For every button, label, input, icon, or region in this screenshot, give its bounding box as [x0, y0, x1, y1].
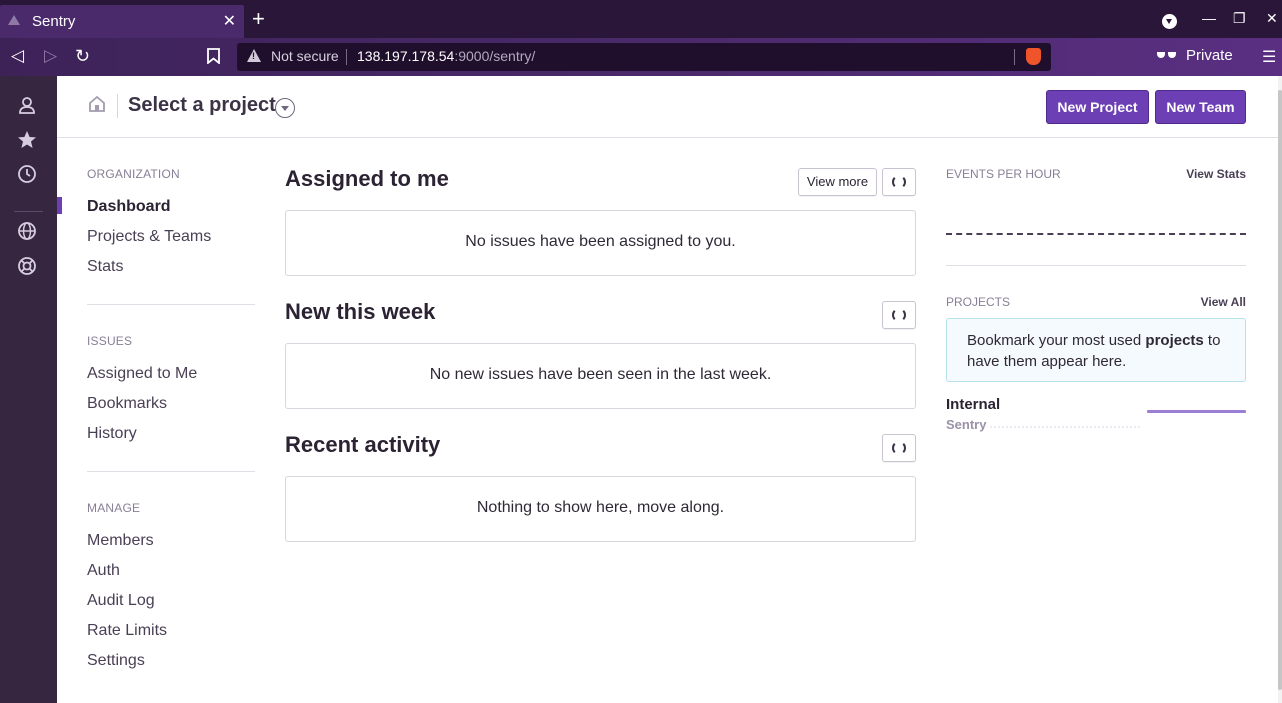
refresh-button[interactable] — [882, 168, 916, 196]
sidebar-item-dashboard[interactable]: Dashboard — [87, 198, 171, 216]
manage-heading: MANAGE — [87, 501, 141, 515]
star-icon[interactable] — [17, 130, 37, 150]
back-button[interactable]: ◁ — [11, 46, 24, 66]
browser-menu-icon[interactable]: ☰ — [1262, 47, 1276, 67]
new-empty-message: No new issues have been seen in the last… — [429, 366, 772, 383]
rail-separator — [14, 211, 43, 212]
sidebar-item-history[interactable]: History — [87, 425, 137, 443]
close-window-button[interactable]: ✕ — [1266, 10, 1278, 27]
chevron-down-icon[interactable] — [275, 98, 295, 118]
minimize-button[interactable]: — — [1202, 10, 1216, 26]
assigned-to-me-title: Assigned to me — [285, 166, 449, 191]
address-bar[interactable]: Not secure 138.197.178.54:9000/sentry/ — [237, 43, 1051, 71]
nav-divider — [87, 304, 255, 305]
active-indicator — [57, 197, 62, 214]
events-sparkline — [946, 233, 1246, 235]
bookmark-hint-text: Bookmark your most used projects to have… — [967, 330, 1237, 372]
url-separator — [346, 49, 347, 65]
project-selector-title[interactable]: Select a project — [128, 94, 276, 117]
reload-button[interactable]: ↻ — [75, 46, 90, 67]
sidebar-item-rate-limits[interactable]: Rate Limits — [87, 622, 167, 640]
page-scrollbar[interactable] — [1278, 76, 1282, 703]
clock-icon[interactable] — [17, 164, 37, 184]
project-team: Sentry — [946, 417, 987, 432]
refresh-button[interactable] — [882, 301, 916, 329]
recent-activity-panel: Nothing to show here, move along. — [285, 476, 916, 542]
nav-divider — [87, 471, 255, 472]
lifebuoy-icon[interactable] — [17, 256, 37, 276]
url-divider — [1014, 49, 1015, 65]
home-icon[interactable] — [88, 95, 106, 113]
private-label: Private — [1186, 47, 1233, 64]
activity-empty-message: Nothing to show here, move along. — [476, 499, 725, 516]
project-name[interactable]: Internal — [946, 396, 1000, 413]
page-header: Select a project New Project New Team — [57, 76, 1278, 138]
org-sidebar: ORGANIZATION Dashboard Projects & Teams … — [57, 139, 257, 703]
sidebar-item-stats[interactable]: Stats — [87, 258, 123, 276]
not-secure-label[interactable]: Not secure — [271, 48, 339, 64]
url-path: :9000/sentry/ — [454, 48, 536, 64]
sidebar-item-audit-log[interactable]: Audit Log — [87, 592, 155, 610]
sidebar-item-assigned-to-me[interactable]: Assigned to Me — [87, 365, 197, 383]
refresh-icon — [892, 441, 906, 455]
view-stats-link[interactable]: View Stats — [1186, 167, 1246, 181]
project-sparkline — [1147, 410, 1246, 413]
url-text[interactable]: 138.197.178.54:9000/sentry/ — [357, 48, 535, 64]
refresh-button[interactable] — [882, 434, 916, 462]
sentry-favicon-icon — [8, 15, 20, 25]
sidebar-item-bookmarks[interactable]: Bookmarks — [87, 395, 167, 413]
maximize-button[interactable]: ❐ — [1233, 10, 1246, 27]
tab-close-icon[interactable]: ✕ — [223, 11, 236, 31]
globe-icon[interactable] — [17, 221, 37, 241]
browser-tab[interactable]: Sentry ✕ — [0, 5, 244, 38]
refresh-icon — [892, 175, 906, 189]
tab-list-dropdown-icon[interactable] — [1162, 14, 1177, 29]
events-per-hour-heading: EVENTS PER HOUR — [946, 167, 1061, 181]
brave-shield-icon[interactable] — [1026, 48, 1041, 65]
header-separator — [117, 94, 118, 118]
issues-heading: ISSUES — [87, 334, 133, 348]
sidebar-item-projects-teams[interactable]: Projects & Teams — [87, 228, 211, 246]
sentry-icon-rail — [0, 76, 57, 703]
new-team-button[interactable]: New Team — [1155, 90, 1246, 124]
bookmark-hint-bold: projects — [1145, 332, 1204, 349]
assigned-empty-message: No issues have been assigned to you. — [465, 233, 736, 250]
recent-activity-title: Recent activity — [285, 432, 441, 457]
project-sparkline-baseline — [990, 426, 1140, 428]
user-icon[interactable] — [17, 95, 37, 115]
sidebar-item-members[interactable]: Members — [87, 532, 154, 550]
refresh-icon — [892, 308, 906, 322]
view-more-button[interactable]: View more — [798, 168, 877, 196]
browser-tabbar: Sentry ✕ + — ❐ ✕ — [0, 0, 1282, 38]
organization-heading: ORGANIZATION — [87, 167, 180, 181]
bookmark-hint: Bookmark your most used projects to have… — [946, 318, 1246, 382]
new-this-week-panel: No new issues have been seen in the last… — [285, 343, 916, 409]
url-host: 138.197.178.54 — [357, 48, 455, 64]
bookmark-page-icon[interactable] — [207, 48, 220, 67]
warning-icon — [247, 49, 261, 62]
new-this-week-title: New this week — [285, 299, 436, 324]
bookmark-hint-prefix: Bookmark your most used — [967, 332, 1146, 349]
sidebar-item-settings[interactable]: Settings — [87, 652, 145, 670]
right-divider — [946, 265, 1246, 266]
new-project-button[interactable]: New Project — [1046, 90, 1149, 124]
new-tab-button[interactable]: + — [252, 8, 265, 30]
assigned-panel: No issues have been assigned to you. — [285, 210, 916, 276]
private-glasses-icon — [1157, 50, 1177, 60]
scrollbar-thumb[interactable] — [1278, 90, 1282, 690]
browser-navbar: ◁ ▷ ↻ Not secure 138.197.178.54:9000/sen… — [0, 38, 1282, 76]
projects-heading: PROJECTS — [946, 295, 1011, 309]
forward-button[interactable]: ▷ — [44, 46, 57, 66]
view-all-link[interactable]: View All — [1201, 295, 1246, 309]
sidebar-item-auth[interactable]: Auth — [87, 562, 120, 580]
tab-title: Sentry — [32, 13, 76, 30]
